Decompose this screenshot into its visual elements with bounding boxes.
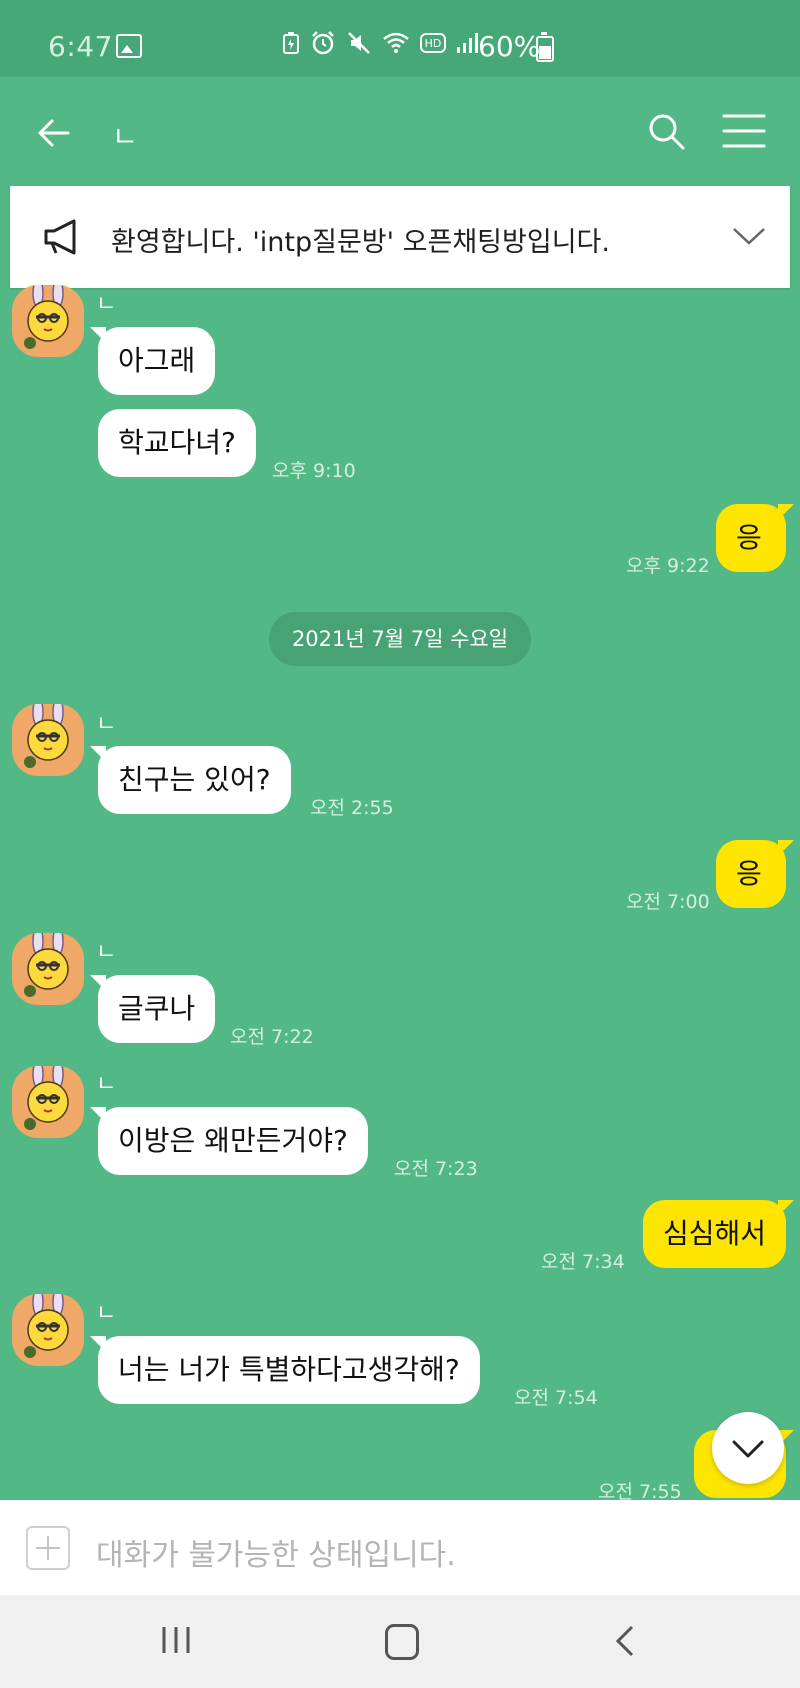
status-bar: 6:47 HD 60% (0, 0, 800, 77)
megaphone-icon (44, 219, 76, 255)
avatar[interactable] (12, 285, 84, 357)
battery-saver-icon (283, 32, 299, 54)
system-nav-bar (0, 1595, 800, 1688)
image-notification-icon (116, 34, 142, 58)
message-bubble[interactable]: 학교다녀? (98, 409, 256, 477)
my-message-bubble[interactable]: 응 (716, 840, 794, 908)
home-icon[interactable] (385, 1624, 419, 1660)
wifi-icon (383, 32, 409, 53)
message-time: 오후 9:22 (626, 555, 710, 577)
notice-text: 환영합니다. 'intp질문방' 오픈채팅방입니다. (111, 227, 610, 258)
alarm-icon (312, 31, 334, 55)
svg-text:HD: HD (425, 37, 442, 50)
message-input[interactable]: 대화가 불가능한 상태입니다. (96, 1530, 456, 1574)
chevron-down-icon (732, 1440, 764, 1458)
message-time: 오전 7:54 (514, 1387, 598, 1409)
avatar[interactable] (12, 1066, 84, 1138)
my-message-bubble[interactable]: 응 (716, 504, 794, 572)
notice-banner[interactable]: 환영합니다. 'intp질문방' 오픈채팅방입니다. (10, 186, 790, 288)
message-bubble[interactable]: 글쿠나 (89, 975, 216, 1043)
message-time: 오후 9:10 (272, 460, 356, 482)
message-bubble[interactable]: 아그래 (89, 327, 216, 395)
message-input-bar: 대화가 불가능한 상태입니다. (0, 1500, 800, 1595)
back-nav-icon[interactable] (614, 1625, 636, 1657)
chat-room-title: ㄴ (112, 120, 138, 153)
search-icon[interactable] (646, 111, 686, 151)
sender-name: ㄴ (96, 940, 117, 965)
back-arrow-icon[interactable] (34, 113, 74, 153)
message-time: 오전 7:00 (626, 891, 710, 913)
date-divider: 2021년 7월 7일 수요일 (269, 612, 531, 666)
avatar[interactable] (12, 704, 84, 776)
avatar[interactable] (12, 1294, 84, 1366)
chevron-down-icon[interactable] (730, 222, 768, 250)
recent-apps-icon[interactable] (160, 1625, 192, 1655)
my-message-bubble[interactable]: 심심해서 (642, 1200, 795, 1268)
avatar[interactable] (12, 933, 84, 1005)
scroll-to-bottom-button[interactable] (712, 1412, 784, 1484)
message-bubble[interactable]: 이방은 왜만든거야? (90, 1107, 368, 1175)
status-time: 6:47 (48, 30, 113, 63)
message-time: 오전 7:23 (394, 1158, 478, 1180)
menu-icon[interactable] (722, 113, 766, 149)
battery-level: 60% (478, 30, 541, 63)
system-icons: HD (282, 30, 478, 56)
message-time: 오전 7:34 (541, 1251, 625, 1273)
message-time: 오전 7:22 (230, 1026, 314, 1048)
battery-icon (536, 32, 554, 62)
signal-icon (457, 33, 478, 53)
sender-name: ㄴ (96, 1301, 117, 1326)
plus-icon[interactable] (26, 1526, 70, 1570)
hd-icon: HD (420, 33, 446, 53)
message-time: 오전 2:55 (310, 797, 394, 819)
sender-name: ㄴ (96, 292, 117, 317)
sender-name: ㄴ (96, 1072, 117, 1097)
sender-name: ㄴ (96, 712, 117, 737)
chat-header: ㄴ (0, 77, 800, 185)
message-bubble[interactable]: 너는 너가 특별하다고생각해? (90, 1336, 480, 1404)
message-bubble[interactable]: 친구는 있어? (90, 746, 291, 814)
mute-icon (348, 32, 370, 54)
